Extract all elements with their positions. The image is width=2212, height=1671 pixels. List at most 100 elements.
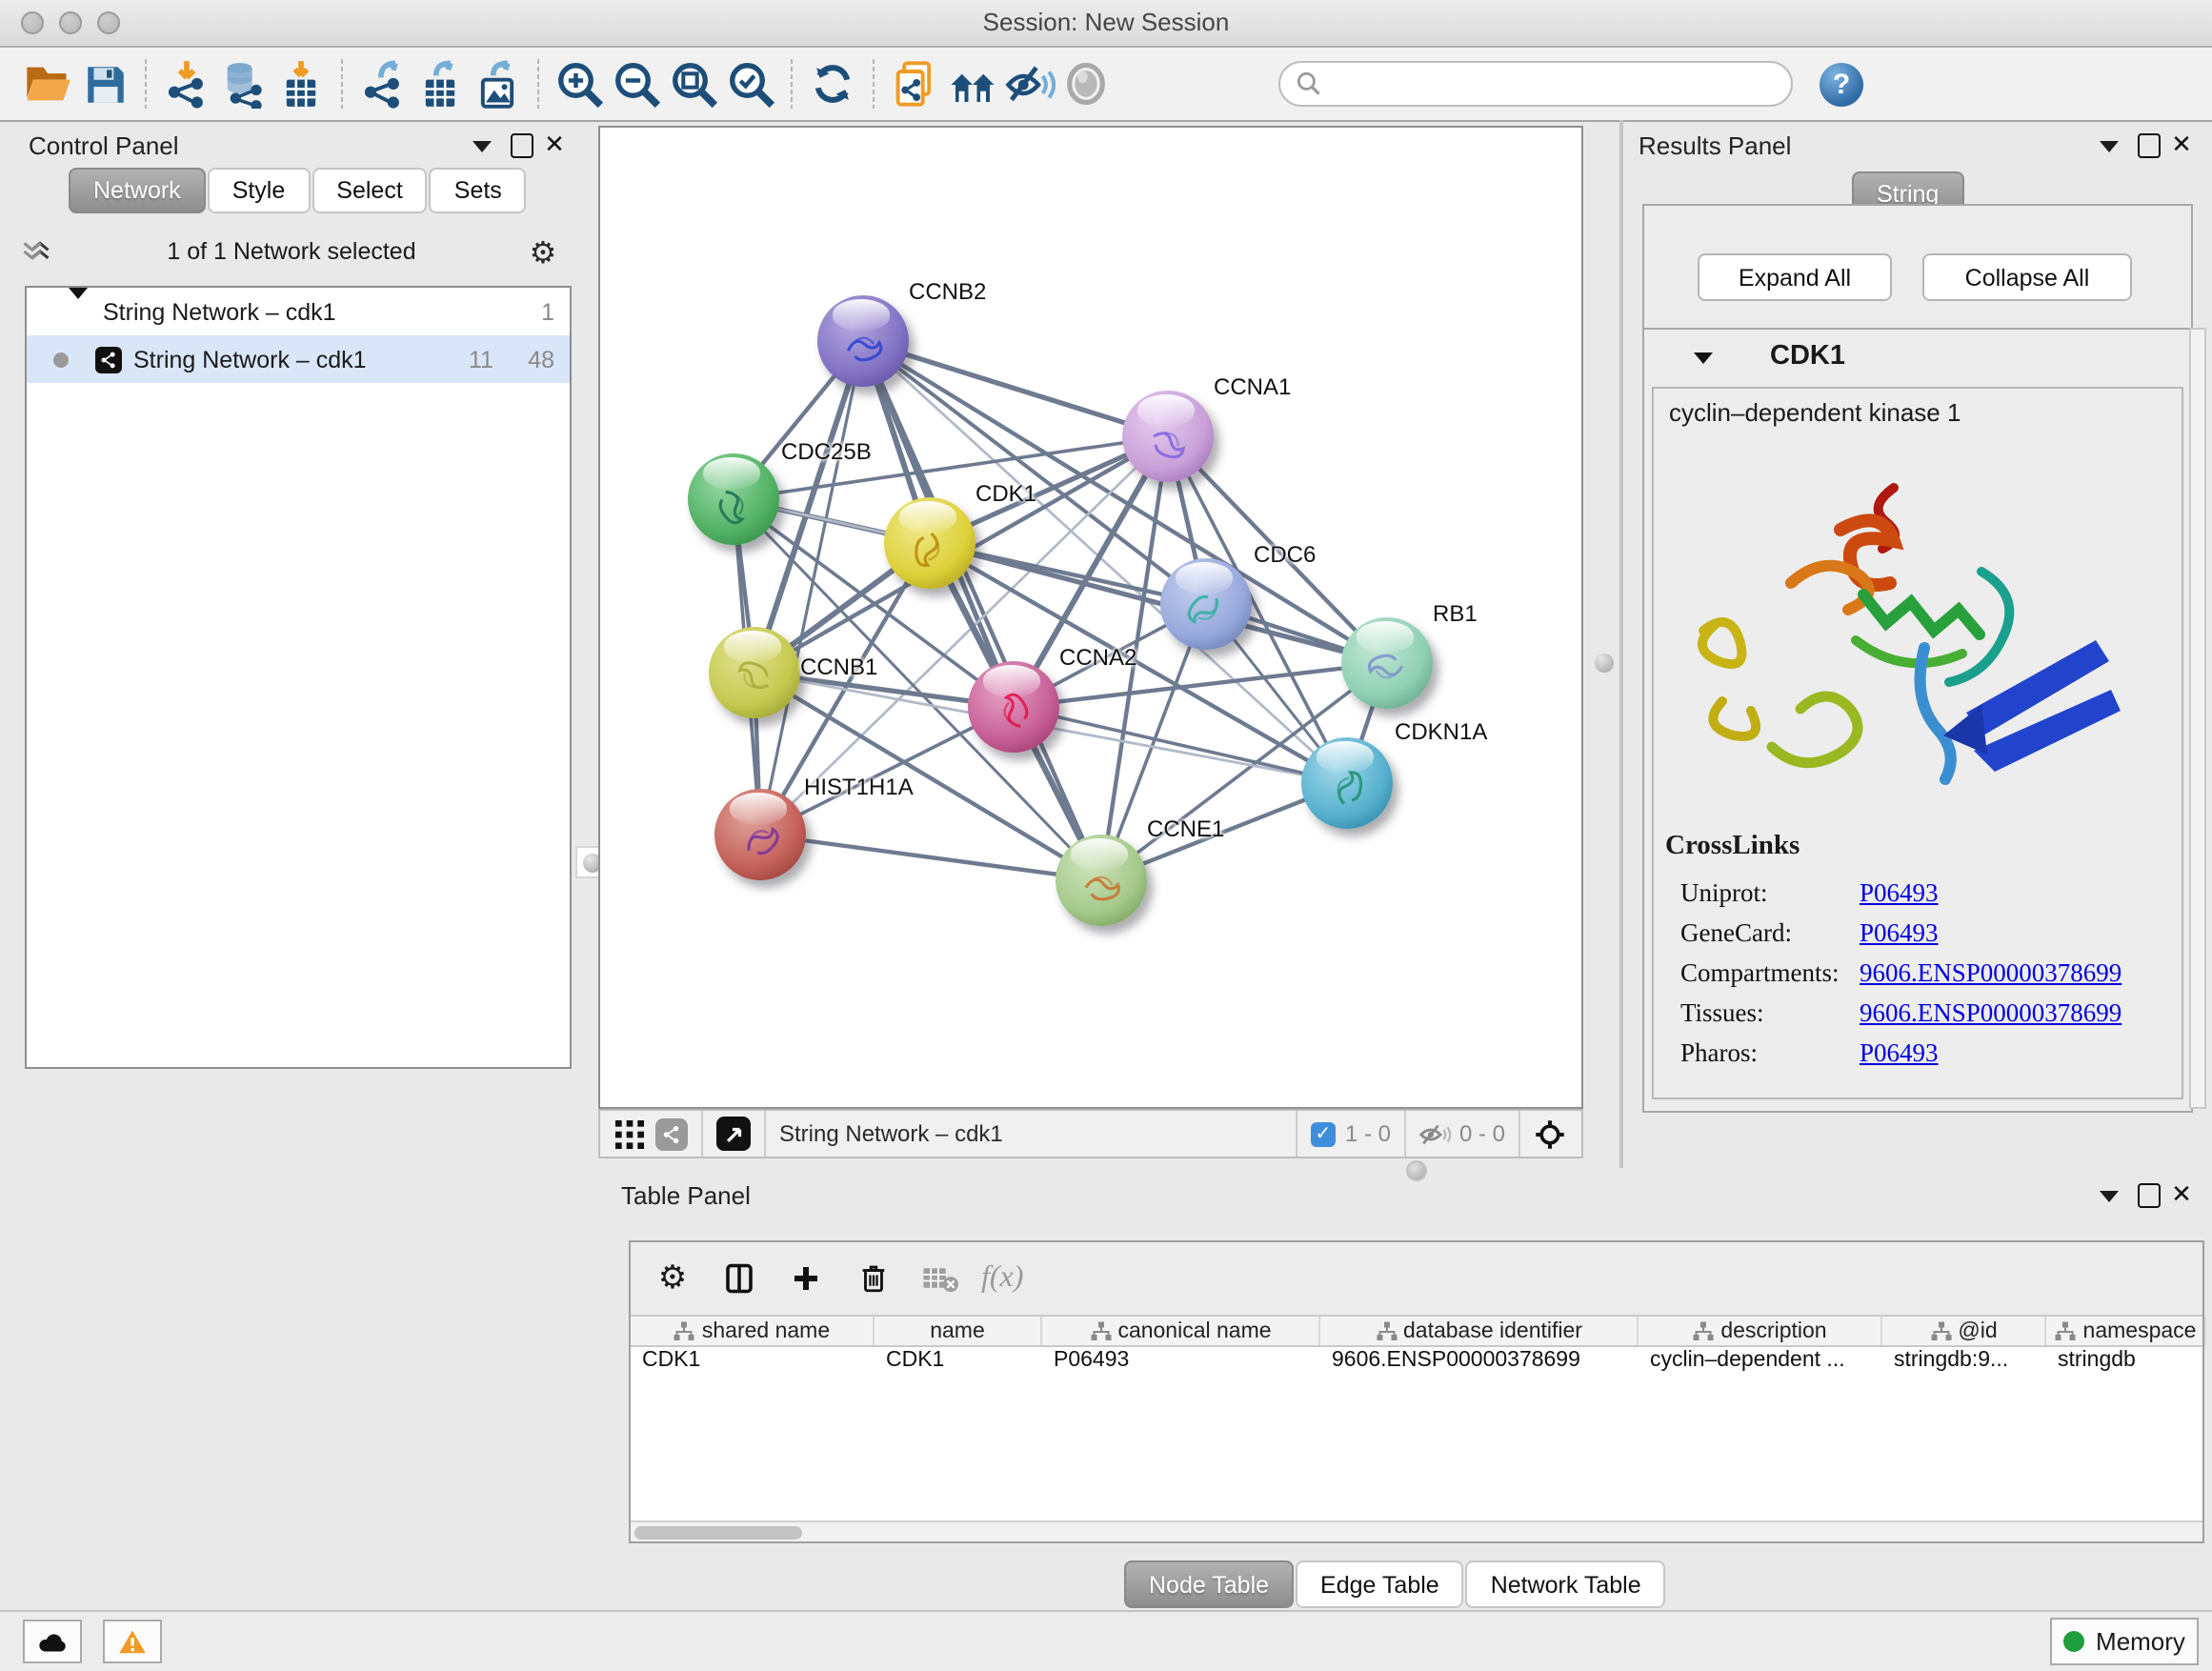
open-session-icon[interactable] (19, 55, 76, 112)
first-neighbors-icon[interactable] (943, 55, 1000, 112)
collapse-all-button[interactable]: Collapse All (1922, 253, 2132, 301)
network-row[interactable]: String Network – cdk1 11 48 (27, 335, 570, 383)
split-columns-icon[interactable] (714, 1254, 764, 1303)
panel-menu-icon[interactable] (2096, 133, 2122, 160)
crosslink-value-link[interactable]: P06493 (1860, 1038, 1939, 1069)
export-table-icon[interactable] (412, 55, 469, 112)
node-label: CCNA1 (1214, 373, 1291, 400)
add-column-icon[interactable] (781, 1254, 831, 1303)
search-input[interactable] (1322, 69, 1776, 99)
grid-icon[interactable] (615, 1119, 644, 1148)
network-from-selection-icon[interactable] (886, 55, 943, 112)
share-icon[interactable] (655, 1117, 688, 1150)
gear-icon[interactable]: ⚙ (648, 1254, 697, 1303)
network-node-ccne1[interactable] (1056, 835, 1147, 926)
network-node-ccna1[interactable] (1122, 391, 1214, 482)
float-panel-icon[interactable] (509, 131, 535, 158)
protein-name: CDK1 (1770, 341, 1845, 372)
table-cell[interactable]: CDK1 (875, 1349, 1042, 1381)
export-image-icon[interactable] (469, 55, 526, 112)
close-panel-icon[interactable]: ✕ (541, 131, 568, 158)
selected-checkbox[interactable]: ✓ (1311, 1121, 1336, 1146)
network-node-ccnb2[interactable] (817, 295, 909, 387)
network-node-rb1[interactable] (1341, 617, 1433, 709)
table-cell[interactable]: P06493 (1042, 1349, 1320, 1381)
table-cell[interactable]: stringdb:9... (1882, 1349, 2046, 1381)
close-panel-icon[interactable]: ✕ (2168, 1181, 2195, 1208)
help-icon[interactable]: ? (1820, 62, 1863, 106)
network-node-cdc6[interactable] (1160, 558, 1252, 650)
table-row[interactable]: CDK1CDK1P064939606.ENSP00000378699cyclin… (631, 1349, 2202, 1381)
tab-network-table[interactable]: Network Table (1466, 1560, 1666, 1608)
scrollbar-thumb[interactable] (634, 1526, 802, 1540)
zoom-out-icon[interactable] (608, 55, 665, 112)
tab-network[interactable]: Network (69, 168, 206, 213)
expand-all-button[interactable]: Expand All (1698, 253, 1892, 301)
close-panel-icon[interactable]: ✕ (2168, 131, 2195, 158)
results-scrollbar[interactable] (2189, 328, 2206, 1109)
crosslink-value-link[interactable]: P06493 (1860, 878, 1939, 909)
network-node-ccna2[interactable] (968, 661, 1059, 753)
import-database-icon[interactable] (215, 55, 272, 112)
right-splitter-handle[interactable] (1589, 648, 1618, 676)
network-canvas[interactable]: CCNB2CCNA1CDC25BCDK1CDC6RB1CCNB1CCNA2CDK… (598, 126, 1583, 1109)
float-panel-icon[interactable] (2136, 1181, 2162, 1208)
zoom-selected-icon[interactable] (722, 55, 779, 112)
cloud-button[interactable] (23, 1620, 82, 1663)
crosslink-value-link[interactable]: 9606.ENSP00000378699 (1860, 958, 2122, 989)
network-node-cdk1[interactable] (884, 497, 975, 589)
table-horizontal-scrollbar[interactable] (631, 1520, 2202, 1541)
network-collection-row[interactable]: String Network – cdk1 1 (27, 288, 570, 335)
tab-sets[interactable]: Sets (430, 168, 527, 213)
column-header-shared-name[interactable]: shared name (631, 1317, 875, 1345)
tab-node-table[interactable]: Node Table (1124, 1560, 1294, 1608)
column-header-name[interactable]: name (875, 1317, 1042, 1345)
memory-button[interactable]: Memory (2050, 1618, 2199, 1665)
hide-selected-icon[interactable] (1000, 55, 1057, 112)
network-selection-summary: 1 of 1 Network selected (53, 238, 530, 265)
table-cell[interactable]: cyclin–dependent ... (1639, 1349, 1882, 1381)
collapse-all-icon[interactable] (19, 238, 46, 265)
column-header-description[interactable]: description (1639, 1317, 1882, 1345)
results-panel-title: Results Panel (1639, 131, 1791, 160)
zoom-in-icon[interactable] (551, 55, 608, 112)
network-node-hist1h1a[interactable] (714, 789, 806, 880)
export-network-icon[interactable] (354, 55, 412, 112)
import-table-icon[interactable] (272, 55, 330, 112)
warning-button[interactable] (103, 1620, 162, 1663)
network-node-cdc25b[interactable] (688, 453, 779, 545)
table-cell[interactable]: stringdb (2046, 1349, 2206, 1381)
column-header-namespace[interactable]: namespace (2046, 1317, 2206, 1345)
panel-menu-icon[interactable] (2096, 1183, 2122, 1210)
tab-edge-table[interactable]: Edge Table (1296, 1560, 1464, 1608)
delete-table-icon[interactable] (915, 1254, 964, 1303)
search-field[interactable] (1278, 61, 1793, 107)
birdseye-icon[interactable] (716, 1117, 751, 1151)
crosslink-value-link[interactable]: 9606.ENSP00000378699 (1860, 998, 2122, 1029)
column-header-database-identifier[interactable]: database identifier (1320, 1317, 1639, 1345)
tab-select[interactable]: Select (312, 168, 428, 213)
column-header-canonical-name[interactable]: canonical name (1042, 1317, 1320, 1345)
save-session-icon[interactable] (76, 55, 133, 112)
table-cell[interactable]: 9606.ENSP00000378699 (1320, 1349, 1639, 1381)
tab-style[interactable]: Style (208, 168, 311, 213)
column-header--id[interactable]: @id (1882, 1317, 2046, 1345)
table-cell[interactable]: CDK1 (631, 1349, 875, 1381)
crosslink-value-link[interactable]: P06493 (1860, 918, 1939, 949)
network-options-gear-icon[interactable]: ⚙ (530, 238, 556, 265)
crosshair-icon[interactable] (1534, 1117, 1566, 1150)
fit-content-icon[interactable] (665, 55, 722, 112)
refresh-icon[interactable] (804, 55, 861, 112)
collection-expander-icon[interactable] (69, 298, 88, 325)
function-builder-button[interactable]: f(x) (981, 1254, 1023, 1303)
delete-icon[interactable] (848, 1254, 897, 1303)
import-network-icon[interactable] (158, 55, 215, 112)
float-panel-icon[interactable] (2136, 131, 2162, 158)
section-expander-icon[interactable] (1690, 345, 1717, 372)
network-node-cdkn1a[interactable] (1301, 737, 1393, 829)
horizontal-splitter-handle[interactable] (1406, 1160, 1427, 1181)
panel-menu-icon[interactable] (469, 133, 495, 160)
show-hidden-icon[interactable] (1057, 55, 1115, 112)
network-node-ccnb1[interactable] (709, 627, 800, 718)
hidden-eye-icon[interactable] (1419, 1121, 1452, 1146)
